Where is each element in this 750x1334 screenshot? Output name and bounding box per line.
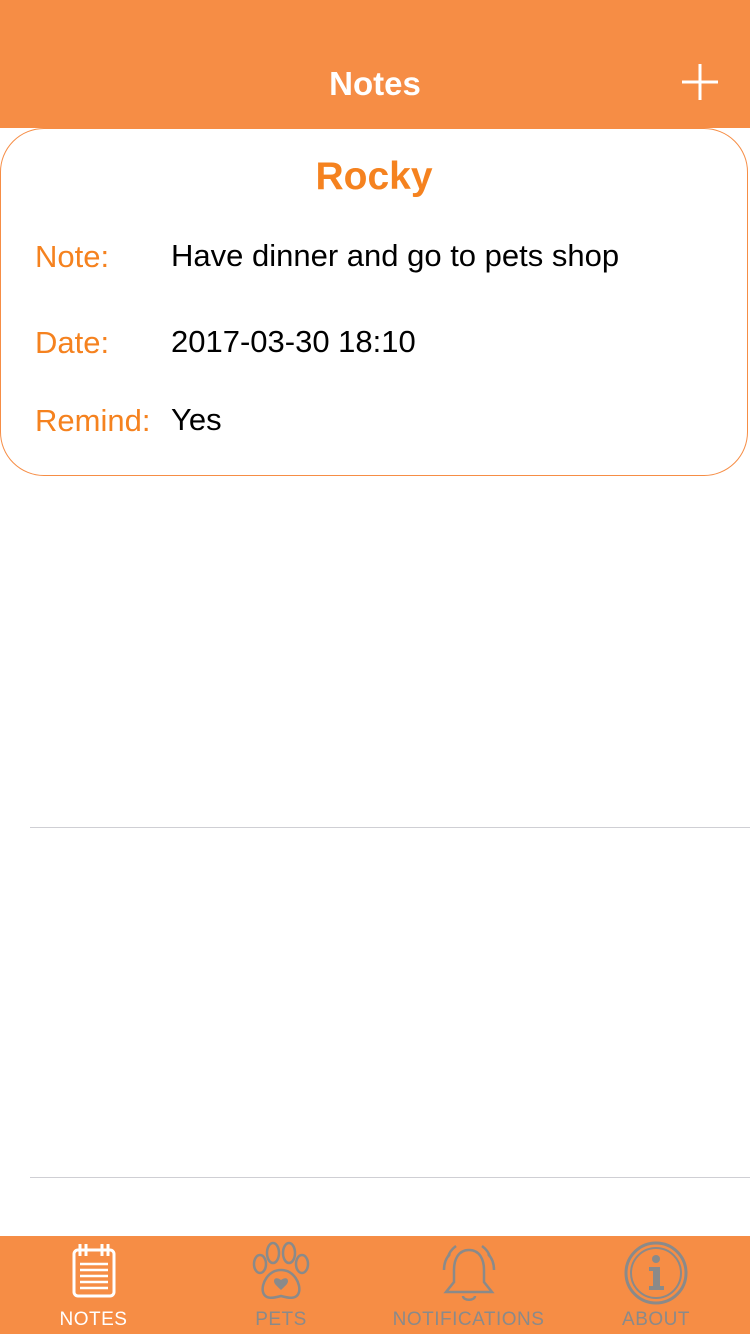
- note-label: Note:: [35, 239, 110, 274]
- date-value: 2017-03-30 18:10: [171, 324, 416, 359]
- plus-icon: [682, 64, 718, 100]
- notepad-icon: [69, 1240, 119, 1300]
- pet-name: Rocky: [315, 155, 433, 198]
- remind-label: Remind:: [35, 403, 151, 438]
- note-value: Have dinner and go to pets shop: [171, 238, 620, 273]
- tab-notes-label: NOTES: [59, 1309, 128, 1330]
- tab-pets-label: PETS: [255, 1309, 307, 1330]
- add-note-button[interactable]: [676, 58, 724, 106]
- tab-notifications-label: NOTIFICATIONS: [392, 1309, 545, 1330]
- tab-pets[interactable]: PETS: [187, 1236, 375, 1334]
- row-separator: [30, 827, 750, 828]
- remind-value: Yes: [171, 402, 222, 437]
- page-title: Notes: [329, 65, 421, 102]
- date-label: Date:: [35, 325, 110, 360]
- paw-icon: [246, 1240, 316, 1304]
- tab-bar: NOTES PETS NOTIFICATIONS ABOUT: [0, 1236, 750, 1334]
- tab-notes[interactable]: NOTES: [0, 1236, 187, 1334]
- tab-about-label: ABOUT: [622, 1309, 690, 1330]
- row-separator: [30, 1177, 750, 1178]
- info-icon: [623, 1240, 689, 1306]
- tab-about[interactable]: ABOUT: [562, 1236, 750, 1334]
- nav-bar: Notes: [0, 0, 750, 128]
- tab-notifications[interactable]: NOTIFICATIONS: [375, 1236, 562, 1334]
- bell-icon: [434, 1240, 504, 1304]
- note-card[interactable]: Rocky Note: Have dinner and go to pets s…: [0, 128, 748, 476]
